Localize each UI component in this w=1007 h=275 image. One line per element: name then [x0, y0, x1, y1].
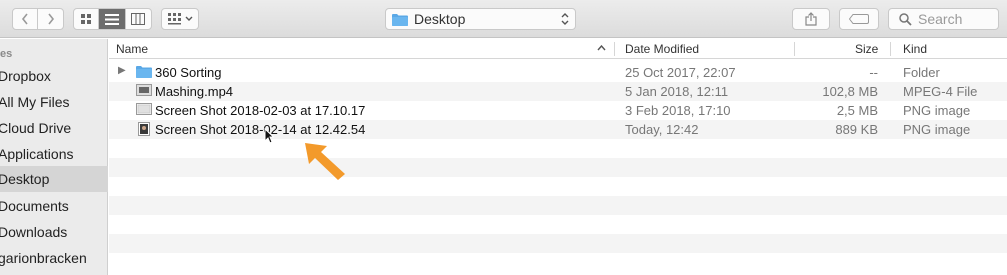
sidebar-item-label: garionbracken: [0, 250, 87, 266]
table-row[interactable]: Mashing.mp4 5 Jan 2018, 12:11 102,8 MB M…: [109, 82, 1007, 101]
file-size: 102,8 MB: [822, 84, 878, 99]
up-down-chevron-icon: [561, 11, 569, 29]
table-row[interactable]: Screen Shot 2018-02-14 at 12.42.54 Today…: [109, 120, 1007, 139]
sidebar-item-dropbox[interactable]: Dropbox: [0, 63, 108, 89]
sidebar-item-downloads[interactable]: Downloads: [0, 219, 108, 245]
sidebar-item-desktop[interactable]: Desktop: [0, 166, 108, 192]
tag-button[interactable]: [839, 8, 879, 30]
empty-row: [109, 158, 1007, 177]
view-mode-control: [73, 8, 152, 30]
file-size: 889 KB: [835, 122, 878, 137]
sort-ascending-icon: [597, 45, 606, 51]
column-header-date[interactable]: Date Modified: [625, 42, 699, 56]
empty-row: [109, 139, 1007, 158]
table-row[interactable]: ▶ 360 Sorting 25 Oct 2017, 22:07 -- Fold…: [109, 63, 1007, 82]
sidebar-item-home[interactable]: garionbracken: [0, 245, 108, 271]
empty-row: [109, 196, 1007, 215]
sidebar-item-label: All My Files: [0, 94, 70, 110]
column-view-button[interactable]: [126, 9, 151, 29]
sidebar-item-label: Documents: [0, 198, 69, 214]
column-header-size[interactable]: Size: [855, 42, 878, 56]
disclosure-triangle-icon[interactable]: ▶: [118, 65, 126, 76]
share-icon: [805, 12, 817, 26]
image-file-icon: [138, 122, 150, 136]
file-size: --: [869, 65, 878, 80]
path-label: Desktop: [414, 11, 466, 27]
sidebar-item-label: Dropbox: [0, 68, 51, 84]
file-kind: PNG image: [903, 122, 971, 137]
chevron-left-icon: [21, 13, 28, 25]
file-kind: PNG image: [903, 103, 971, 118]
file-date: Today, 12:42: [625, 122, 699, 137]
file-date: 5 Jan 2018, 12:11: [625, 84, 729, 99]
table-row[interactable]: Screen Shot 2018-02-03 at 17.10.17 3 Feb…: [109, 101, 1007, 120]
sidebar-item-all-my-files[interactable]: All My Files: [0, 89, 108, 115]
mouse-cursor-icon: [264, 128, 274, 144]
columns-icon: [131, 13, 146, 25]
forward-button[interactable]: [38, 9, 63, 29]
chevron-right-icon: [47, 13, 54, 25]
finder-toolbar: Desktop Search: [0, 0, 1007, 38]
arrange-button[interactable]: [161, 8, 199, 30]
search-placeholder: Search: [918, 11, 963, 27]
back-forward-control: [12, 8, 64, 30]
video-file-icon: [136, 84, 152, 96]
list-icon: [105, 13, 119, 25]
icon-view-button[interactable]: [74, 9, 100, 29]
file-date: 3 Feb 2018, 17:10: [625, 103, 731, 118]
sidebar-section-header: es: [0, 48, 13, 60]
empty-row: [109, 253, 1007, 272]
grid-icon: [81, 14, 92, 24]
sidebar-item-applications[interactable]: Applications: [0, 141, 108, 167]
search-icon: [899, 12, 912, 26]
back-button[interactable]: [13, 9, 39, 29]
arrange-grid-icon: [167, 13, 181, 25]
image-file-icon: [136, 103, 152, 115]
sidebar-item-label: Downloads: [0, 224, 68, 240]
list-view-button[interactable]: [99, 9, 126, 29]
share-button[interactable]: [792, 8, 830, 30]
column-header-kind[interactable]: Kind: [903, 42, 927, 56]
column-header-name[interactable]: Name: [116, 42, 148, 56]
file-size: 2,5 MB: [836, 103, 878, 118]
file-list: Name Date Modified Size Kind ▶ 360 Sorti…: [109, 39, 1007, 275]
file-name: Mashing.mp4: [155, 84, 234, 99]
search-field[interactable]: Search: [888, 8, 999, 30]
column-separator: [890, 42, 891, 56]
sidebar-item-label: Applications: [0, 146, 74, 162]
file-name: Screen Shot 2018-02-03 at 17.10.17: [155, 103, 366, 118]
column-separator: [794, 42, 795, 56]
folder-icon: [392, 13, 408, 26]
sidebar-item-label: Desktop: [0, 171, 50, 187]
column-header-row: Name Date Modified Size Kind: [109, 39, 1007, 59]
sidebar-item-icloud-drive[interactable]: Cloud Drive: [0, 115, 108, 141]
sidebar-item-documents[interactable]: Documents: [0, 193, 108, 219]
sidebar: es Dropbox All My Files Cloud Drive Appl…: [0, 39, 108, 275]
annotation-arrow-icon: [305, 143, 345, 180]
file-kind: Folder: [903, 65, 940, 80]
empty-row: [109, 215, 1007, 234]
file-name: Screen Shot 2018-02-14 at 12.42.54: [155, 122, 366, 137]
empty-row: [109, 234, 1007, 253]
folder-icon: [136, 66, 152, 78]
tag-icon: [849, 14, 869, 24]
chevron-down-icon: [185, 16, 192, 21]
path-popup[interactable]: Desktop: [385, 8, 576, 30]
column-separator: [614, 42, 615, 56]
file-name: 360 Sorting: [155, 65, 222, 80]
file-date: 25 Oct 2017, 22:07: [625, 65, 736, 80]
file-kind: MPEG-4 File: [903, 84, 978, 99]
empty-row: [109, 177, 1007, 196]
sidebar-item-label: Cloud Drive: [0, 120, 72, 136]
